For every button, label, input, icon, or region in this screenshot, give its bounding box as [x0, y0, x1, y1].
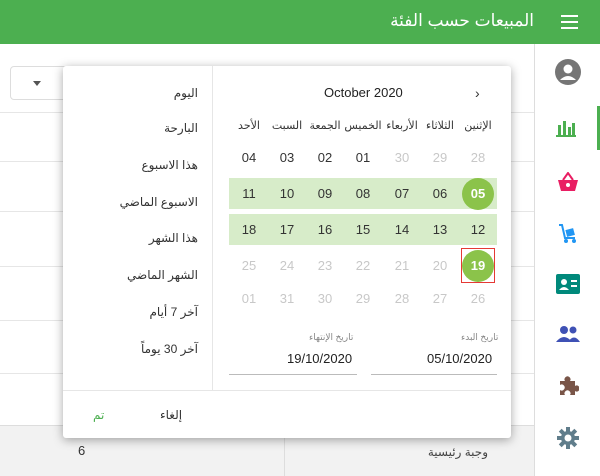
calendar-day[interactable]: 20 — [421, 250, 459, 281]
calendar-day[interactable]: 31 — [268, 283, 306, 314]
preset-list: اليوم البارحة هذا الاسبوع الاسبوع الماضي… — [63, 66, 213, 390]
preset-this-week[interactable]: هذا الاسبوع — [141, 158, 198, 172]
weekday-label: الأربعاء — [386, 120, 418, 132]
calendar-day[interactable]: 23 — [306, 250, 344, 281]
puzzle-icon[interactable] — [535, 364, 600, 408]
calendar-day[interactable]: 29 — [344, 283, 382, 314]
row-value: 6 — [78, 443, 86, 458]
calendar-day[interactable]: 07 — [383, 178, 421, 209]
calendar-day[interactable]: 09 — [306, 178, 344, 209]
preset-last-month[interactable]: الشهر الماضي — [127, 268, 198, 282]
calendar-day[interactable]: 08 — [344, 178, 382, 209]
preset-yesterday[interactable]: البارحة — [164, 121, 198, 135]
preset-last-7-days[interactable]: آخر 7 أيام — [150, 305, 199, 319]
preset-today[interactable]: اليوم — [174, 86, 198, 100]
calendar-day[interactable]: 28 — [383, 283, 421, 314]
basket-icon[interactable] — [535, 160, 600, 204]
calendar-day[interactable]: 28 — [459, 142, 497, 173]
end-date-label: تاريخ الإنتهاء — [309, 332, 354, 342]
weekday-label: السبت — [271, 120, 303, 132]
selected-end-day[interactable]: 19 — [462, 250, 494, 282]
filter-dropdown[interactable] — [10, 66, 70, 100]
picker-footer: تم إلغاء — [63, 390, 511, 438]
chart-icon[interactable] — [535, 106, 600, 150]
calendar-day[interactable]: 12 — [459, 214, 497, 245]
menu-icon[interactable] — [561, 15, 578, 29]
calendar-day[interactable]: 17 — [268, 214, 306, 245]
calendar-day[interactable]: 22 — [344, 250, 382, 281]
calendar-day[interactable]: 03 — [268, 142, 306, 173]
calendar-month-title: October 2020 — [324, 85, 403, 100]
preset-last-week[interactable]: الاسبوع الماضي — [120, 195, 198, 209]
start-date-field[interactable]: 05/10/2020 — [427, 351, 492, 366]
start-date-underline — [371, 374, 497, 375]
end-date-field[interactable]: 19/10/2020 — [287, 351, 352, 366]
selected-start-day[interactable]: 05 — [462, 178, 494, 210]
calendar-day[interactable]: 21 — [383, 250, 421, 281]
weekday-label: الأحد — [238, 120, 260, 132]
calendar-day[interactable]: 13 — [421, 214, 459, 245]
calendar-day[interactable]: 30 — [306, 283, 344, 314]
preset-this-month[interactable]: هذا الشهر — [149, 231, 198, 245]
calendar-day[interactable]: 06 — [421, 178, 459, 209]
calendar-day[interactable]: 29 — [421, 142, 459, 173]
page-title: المبيعات حسب الفئة — [390, 11, 534, 30]
cancel-button[interactable]: إلغاء — [160, 408, 182, 422]
gear-icon[interactable] — [535, 416, 600, 460]
row-label: وجبة رئيسية — [427, 445, 488, 459]
calendar-day[interactable]: 14 — [383, 214, 421, 245]
account-icon[interactable] — [535, 50, 600, 94]
calendar-day[interactable]: 04 — [230, 142, 268, 173]
preset-last-30-days[interactable]: آخر 30 يوماً — [141, 342, 198, 356]
calendar-day[interactable]: 18 — [230, 214, 268, 245]
end-date-underline — [229, 374, 357, 375]
calendar-day[interactable]: 10 — [268, 178, 306, 209]
calendar-day[interactable]: 15 — [344, 214, 382, 245]
app-bar: المبيعات حسب الفئة — [0, 0, 600, 44]
calendar-day[interactable]: 16 — [306, 214, 344, 245]
cart-icon[interactable] — [535, 212, 600, 256]
weekday-label: الإثنين — [464, 120, 492, 132]
calendar-day[interactable]: 27 — [421, 283, 459, 314]
date-range-picker: اليوم البارحة هذا الاسبوع الاسبوع الماضي… — [63, 66, 511, 438]
calendar-day[interactable]: 11 — [230, 178, 268, 209]
chevron-right-icon[interactable]: › — [475, 85, 480, 101]
ok-button[interactable]: تم — [93, 408, 104, 422]
people-icon[interactable] — [535, 312, 600, 356]
calendar-day[interactable]: 02 — [306, 142, 344, 173]
weekday-label: الثلاثاء — [426, 120, 454, 132]
weekday-label: الخميس — [344, 120, 382, 132]
calendar-day[interactable]: 24 — [268, 250, 306, 281]
calendar-day[interactable]: 01 — [344, 142, 382, 173]
calendar-day[interactable]: 25 — [230, 250, 268, 281]
calendar-day[interactable]: 01 — [230, 283, 268, 314]
calendar-day[interactable]: 30 — [383, 142, 421, 173]
weekday-label: الجمعة — [309, 120, 341, 132]
caret-down-icon — [33, 81, 41, 86]
calendar-day[interactable]: 26 — [459, 283, 497, 314]
start-date-label: تاريخ البدء — [461, 332, 499, 342]
contact-card-icon[interactable] — [535, 262, 600, 306]
nav-rail — [534, 44, 600, 476]
